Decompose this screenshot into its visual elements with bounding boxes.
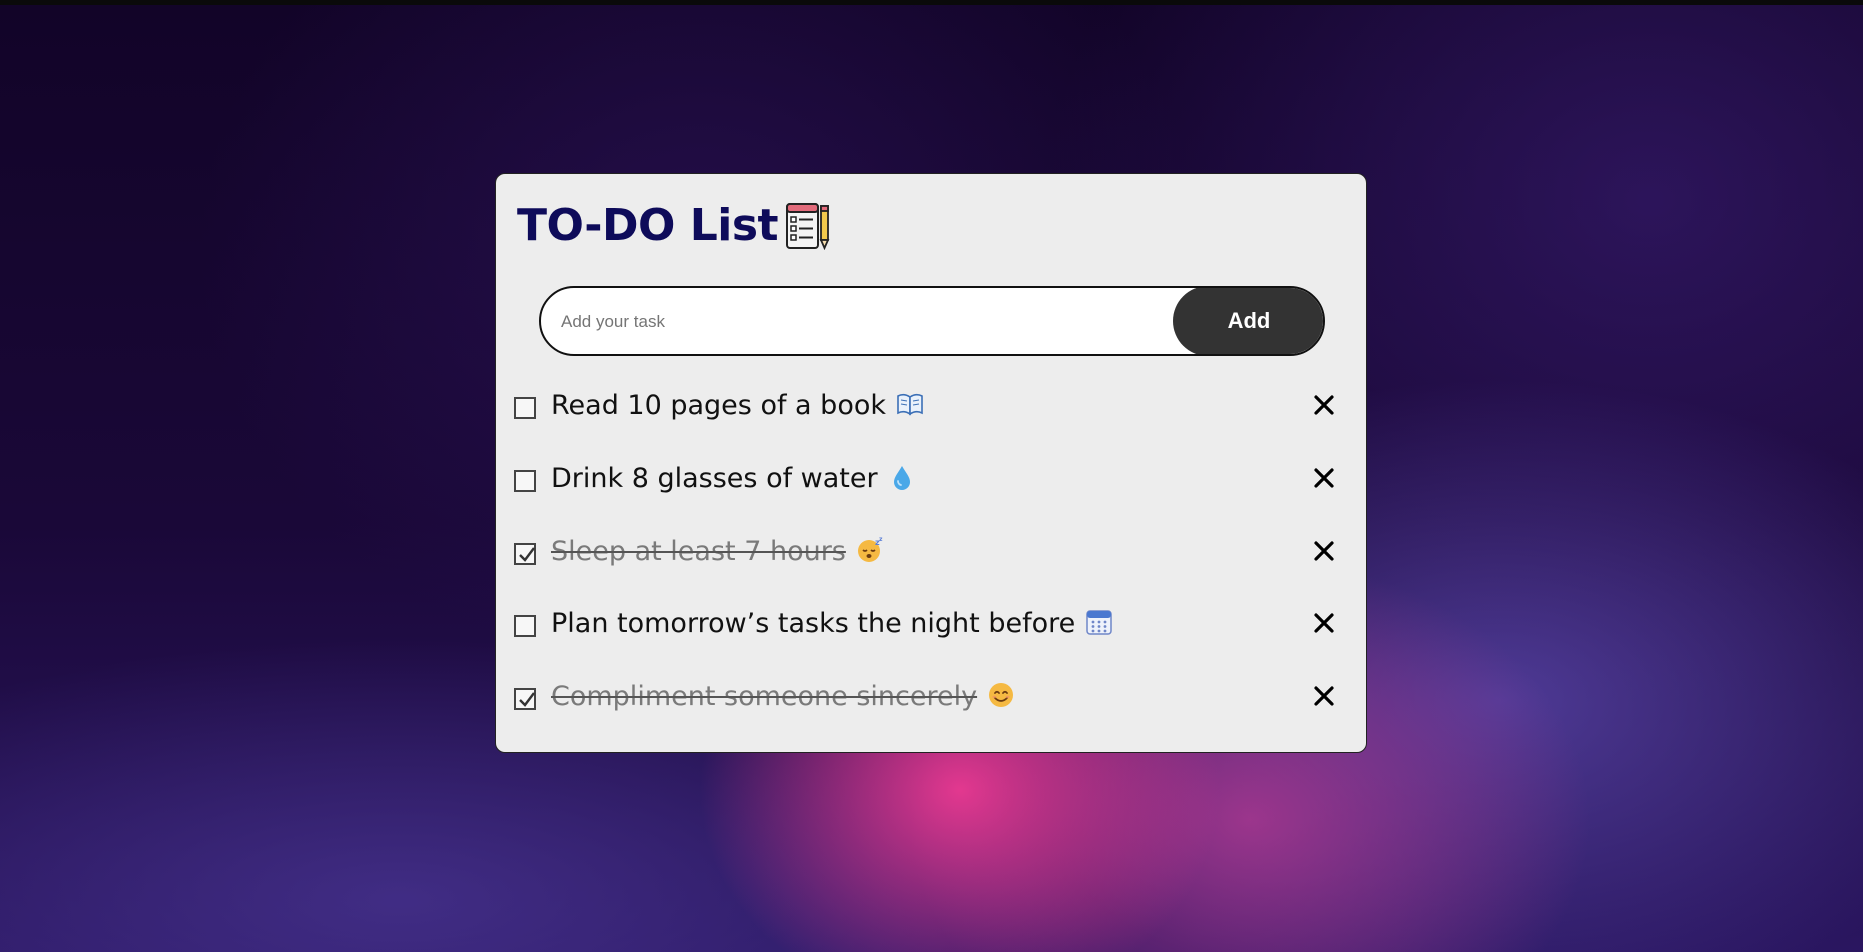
task-checkbox[interactable]	[514, 542, 536, 565]
task-item[interactable]: Drink 8 glasses of water	[496, 454, 1366, 527]
close-icon[interactable]	[1312, 611, 1336, 635]
task-label[interactable]: Sleep at least 7 hours z z	[551, 536, 884, 567]
top-edge-bar	[0, 0, 1863, 5]
task-checkbox[interactable]	[514, 688, 536, 710]
checkmark-icon	[519, 546, 535, 562]
close-icon[interactable]	[1312, 393, 1336, 417]
app-title-text: TO-DO List	[517, 200, 779, 251]
droplet-icon	[893, 465, 910, 490]
task-label[interactable]: Compliment someone sincerely	[551, 681, 1015, 712]
add-button[interactable]: Add	[1173, 288, 1323, 354]
task-item[interactable]: Sleep at least 7 hours z z	[496, 527, 1366, 600]
task-item[interactable]: Read 10 pages of a book	[496, 381, 1366, 454]
app-title: TO-DO List	[517, 200, 830, 251]
checkmark-icon	[519, 692, 535, 707]
todo-card: TO-DO List Add Read 10 pages of a book	[495, 173, 1367, 753]
task-item[interactable]: Compliment someone sincerely	[496, 672, 1366, 745]
add-task-form: Add	[539, 286, 1325, 356]
close-icon[interactable]	[1312, 466, 1336, 490]
calendar-icon	[1086, 610, 1112, 635]
open-book-icon	[897, 393, 923, 416]
svg-text:z: z	[879, 536, 883, 543]
task-checkbox[interactable]	[514, 469, 536, 492]
close-icon[interactable]	[1312, 539, 1336, 563]
checklist-pencil-icon	[786, 202, 830, 250]
task-checkbox[interactable]	[514, 615, 536, 638]
task-label[interactable]: Read 10 pages of a book	[551, 390, 924, 421]
close-icon[interactable]	[1312, 684, 1336, 708]
task-label[interactable]: Drink 8 glasses of water	[551, 463, 916, 494]
task-label[interactable]: Plan tomorrow’s tasks the night before	[551, 608, 1113, 639]
task-list: Read 10 pages of a book Drink 8 glasses …	[496, 381, 1366, 745]
task-item[interactable]: Plan tomorrow’s tasks the night before	[496, 599, 1366, 672]
smiling-face-icon	[989, 683, 1014, 707]
task-input[interactable]	[559, 288, 1163, 354]
sleeping-face-icon: z z	[857, 536, 883, 562]
task-checkbox[interactable]	[514, 397, 536, 419]
